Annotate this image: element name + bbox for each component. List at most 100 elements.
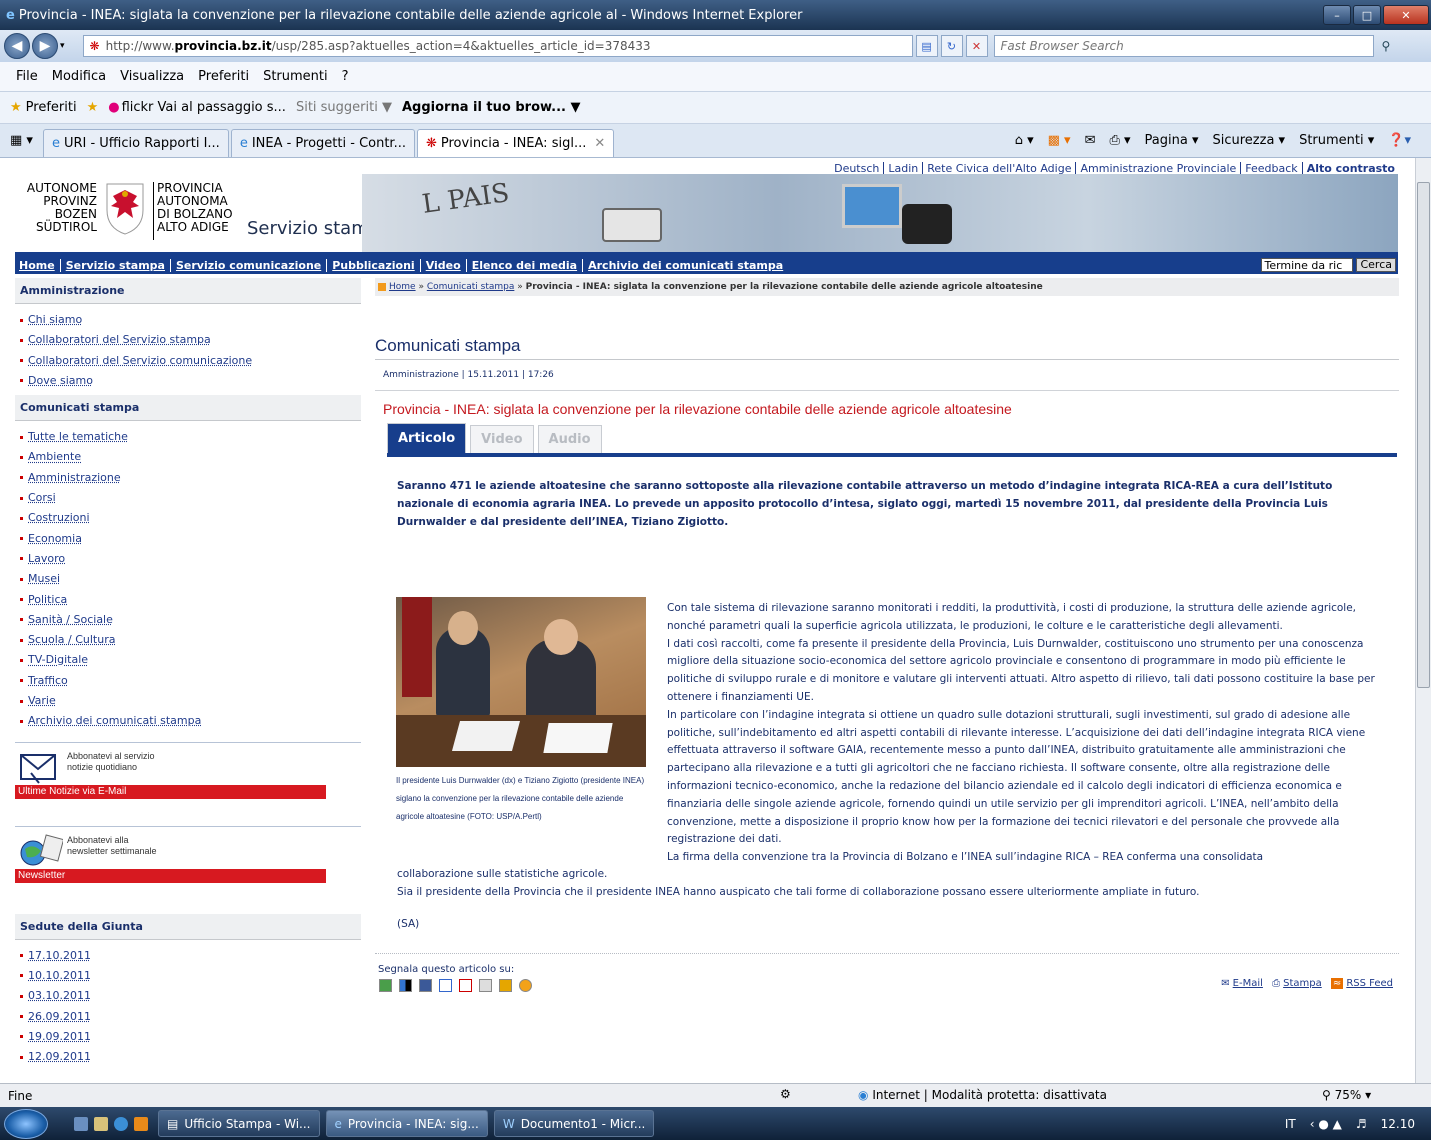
stop-icon[interactable]: ✕ — [965, 35, 988, 57]
compat-view-icon[interactable]: ▤ — [915, 35, 938, 57]
promo-newsletter-bar[interactable]: Newsletter — [15, 868, 326, 883]
page-menu[interactable]: Pagina ▾ — [1145, 133, 1199, 148]
tab-audio[interactable]: Audio — [537, 425, 602, 453]
tab-uri[interactable]: e URI - Ufficio Rapporti I... — [42, 128, 229, 157]
nav-archivio[interactable]: Archivio dei comunicati stampa — [582, 258, 788, 272]
nav-home[interactable]: Home — [15, 259, 60, 272]
sidebar-item[interactable]: 19.09.2011 — [20, 1027, 361, 1047]
sidebar-item[interactable]: Scuola / Cultura — [20, 630, 361, 650]
digg-icon[interactable] — [479, 979, 492, 992]
zoom-control[interactable]: ⚲ 75% ▾ — [1322, 1088, 1371, 1102]
favorites-button[interactable]: Preferiti — [26, 100, 77, 115]
quick-tabs-icon[interactable]: ▦ ▾ — [10, 133, 33, 148]
menu-file[interactable]: File — [16, 69, 38, 84]
sidebar-item[interactable]: Economia — [20, 529, 361, 549]
home-icon[interactable]: ⌂ ▾ — [1015, 133, 1034, 148]
minimize-button[interactable]: – — [1323, 5, 1351, 25]
vertical-scrollbar[interactable] — [1415, 158, 1431, 1083]
tray-icons[interactable]: ‹ ● ▲ — [1310, 1117, 1342, 1131]
nav-video[interactable]: Video — [419, 258, 466, 272]
fav-item-flickr[interactable]: flickr Vai al passaggio s... — [122, 100, 286, 115]
segnalo-icon[interactable] — [519, 979, 532, 992]
explorer-icon[interactable] — [94, 1116, 108, 1131]
sidebar-item[interactable]: 10.10.2011 — [20, 966, 361, 986]
print-link[interactable]: Stampa — [1283, 978, 1322, 989]
back-button[interactable]: ◀ — [4, 33, 30, 59]
refresh-icon[interactable]: ↻ — [940, 35, 963, 57]
oknotizie-icon[interactable] — [499, 979, 512, 992]
menu-favorites[interactable]: Preferiti — [198, 69, 249, 84]
sidebar-item[interactable]: Costruzioni — [20, 508, 361, 528]
sidebar-item[interactable]: Dove siamo — [20, 371, 361, 391]
rss-icon[interactable]: ▩ ▾ — [1048, 133, 1071, 148]
crumb-section[interactable]: Comunicati stampa — [427, 282, 515, 292]
add-favorite-icon[interactable]: ★ — [87, 100, 99, 115]
print-icon[interactable]: ⎙ ▾ — [1109, 133, 1130, 148]
ie-quicklaunch-icon[interactable] — [114, 1116, 128, 1131]
clock[interactable]: 12.10 — [1381, 1117, 1415, 1131]
help-icon[interactable]: ❓▾ — [1388, 133, 1411, 148]
history-dropdown-icon[interactable]: ▾ — [60, 41, 65, 51]
sidebar-item[interactable]: 03.10.2011 — [20, 986, 361, 1006]
share-icon[interactable] — [379, 979, 392, 992]
volume-icon[interactable]: ♬ — [1356, 1117, 1367, 1131]
rss-link[interactable]: RSS Feed — [1346, 978, 1393, 989]
media-player-icon[interactable] — [134, 1116, 148, 1131]
sidebar-item[interactable]: Tutte le tematiche — [20, 427, 361, 447]
nav-pubblicazioni[interactable]: Pubblicazioni — [326, 258, 419, 272]
sidebar-item[interactable]: Sanità / Sociale — [20, 610, 361, 630]
email-link[interactable]: E-Mail — [1233, 978, 1263, 989]
tab-video[interactable]: Video — [470, 425, 534, 453]
province-logo[interactable]: AUTONOME PROVINZ BOZEN SÜDTIROL PROVINCI… — [15, 180, 245, 242]
tab-inea[interactable]: e INEA - Progetti - Contr... — [230, 128, 415, 157]
sidebar-item[interactable]: Collaboratori del Servizio comunicazione — [20, 351, 361, 371]
sidebar-item[interactable]: Collaboratori del Servizio stampa — [20, 330, 361, 350]
search-input[interactable]: Fast Browser Search — [993, 35, 1374, 57]
menu-help[interactable]: ? — [342, 69, 349, 84]
mail-icon[interactable]: ✉ — [1085, 133, 1096, 148]
tab-articolo[interactable]: Articolo — [387, 423, 467, 453]
menu-tools[interactable]: Strumenti — [263, 69, 328, 84]
google-icon[interactable] — [439, 979, 452, 992]
site-search-input[interactable]: Termine da ric — [1261, 258, 1354, 272]
fav-item-update[interactable]: Aggiorna il tuo brow... ▼ — [402, 100, 581, 115]
crumb-home[interactable]: Home — [389, 282, 416, 292]
yahoo-icon[interactable] — [459, 979, 472, 992]
delicious-icon[interactable] — [399, 979, 412, 992]
sidebar-item[interactable]: 17.10.2011 — [20, 946, 361, 966]
nav-servizio-comunicazione[interactable]: Servizio comunicazione — [169, 258, 326, 272]
maximize-button[interactable]: □ — [1353, 5, 1381, 25]
tab-provincia[interactable]: ❋ Provincia - INEA: sigl... ✕ — [416, 128, 615, 157]
sidebar-item[interactable]: Chi siamo — [20, 310, 361, 330]
sidebar-item[interactable]: Musei — [20, 569, 361, 589]
sidebar-item[interactable]: 12.09.2011 — [20, 1047, 361, 1067]
url-field[interactable]: ❋ http://www. provincia.bz.it/usp/285.asp… — [82, 35, 913, 57]
menu-edit[interactable]: Modifica — [52, 69, 106, 84]
start-button[interactable] — [4, 1108, 48, 1139]
close-button[interactable]: ✕ — [1383, 5, 1429, 25]
safety-menu[interactable]: Sicurezza ▾ — [1212, 133, 1285, 148]
scrollbar-thumb[interactable] — [1417, 182, 1430, 688]
menu-view[interactable]: Visualizza — [120, 69, 184, 84]
close-tab-icon[interactable]: ✕ — [594, 136, 605, 151]
show-desktop-icon[interactable] — [74, 1116, 88, 1131]
article-photo[interactable] — [396, 597, 646, 767]
language-indicator[interactable]: IT — [1285, 1117, 1296, 1131]
sidebar-item[interactable]: Amministrazione — [20, 468, 361, 488]
security-zone[interactable]: ◉ Internet | Modalità protetta: disattiv… — [858, 1088, 1107, 1102]
sidebar-item[interactable]: Archivio dei comunicati stampa — [20, 711, 361, 731]
taskbar-item-stampa[interactable]: ▤ Ufficio Stampa - Wi... — [158, 1110, 320, 1137]
sidebar-item[interactable]: Lavoro — [20, 549, 361, 569]
promo-newsletter[interactable]: Abbonatevi alla newsletter settimanale N… — [15, 825, 361, 900]
taskbar-item-word[interactable]: W Documento1 - Micr... — [493, 1110, 655, 1137]
fav-item-suggested[interactable]: Siti suggeriti ▼ — [296, 100, 392, 115]
forward-button[interactable]: ▶ — [32, 33, 58, 59]
sidebar-item[interactable]: 26.09.2011 — [20, 1007, 361, 1027]
sidebar-item[interactable]: Corsi — [20, 488, 361, 508]
sidebar-item[interactable]: Traffico — [20, 671, 361, 691]
sidebar-item[interactable]: Varie — [20, 691, 361, 711]
nav-servizio-stampa[interactable]: Servizio stampa — [59, 258, 170, 272]
site-search-button[interactable]: Cerca — [1356, 258, 1396, 272]
sidebar-item[interactable]: Politica — [20, 590, 361, 610]
sidebar-item[interactable]: TV-Digitale — [20, 650, 361, 670]
